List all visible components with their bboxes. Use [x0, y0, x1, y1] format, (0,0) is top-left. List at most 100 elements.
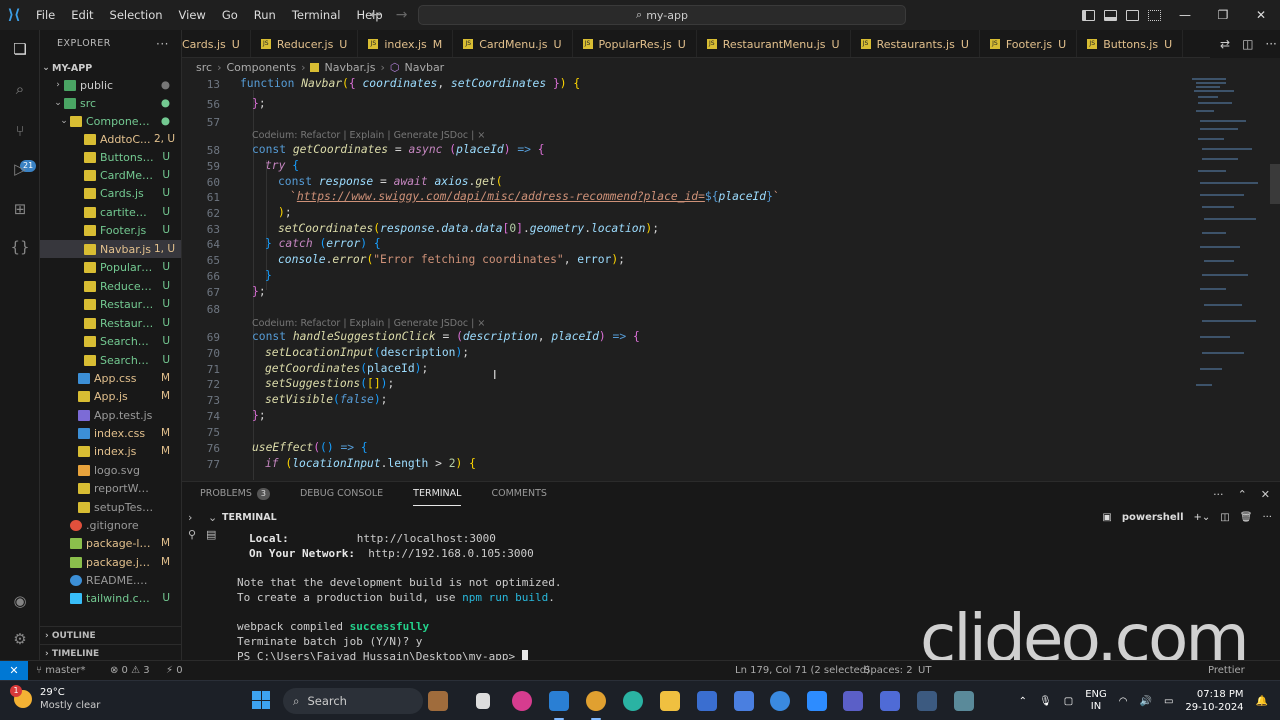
tree-item[interactable]: package.json M: [40, 553, 181, 571]
minimap[interactable]: [1192, 76, 1272, 396]
battery-icon[interactable]: ▭: [1164, 696, 1173, 707]
file-manager-icon[interactable]: [476, 693, 490, 709]
app-icon[interactable]: [917, 691, 937, 711]
pin-icon[interactable]: ⚲: [188, 528, 196, 541]
minimize-icon[interactable]: —: [1166, 0, 1204, 30]
toggle-secondary-sidebar-icon[interactable]: [1126, 9, 1139, 21]
taskbar-search[interactable]: ⌕ Search: [283, 688, 423, 714]
tree-item[interactable]: App.css M: [40, 369, 181, 387]
tree-item[interactable]: App.test.js: [40, 406, 181, 424]
tab-buttons[interactable]: JS Buttons.js U: [1077, 30, 1184, 57]
tree-item[interactable]: Cards.js U: [40, 184, 181, 202]
split-terminal-icon[interactable]: ◫: [1220, 512, 1229, 523]
teams-icon[interactable]: [843, 691, 863, 711]
prettier-status[interactable]: Prettier: [1208, 661, 1245, 680]
tree-item[interactable]: reportWebVitals.js: [40, 479, 181, 497]
more-actions-icon[interactable]: ···: [1262, 512, 1272, 523]
menu-go[interactable]: Go: [214, 0, 246, 30]
command-center-search[interactable]: ⌕ my-app: [418, 5, 906, 25]
tree-item[interactable]: Reducer.js U: [40, 277, 181, 295]
trash-icon[interactable]: 🗑: [1240, 512, 1253, 523]
tree-item[interactable]: App.js M: [40, 387, 181, 405]
edge-icon[interactable]: [623, 691, 643, 711]
chrome-icon[interactable]: [586, 691, 606, 711]
menu-selection[interactable]: Selection: [102, 0, 171, 30]
codeium-codelens[interactable]: Codeium: Refactor | Explain | Generate J…: [252, 130, 485, 141]
branch-status[interactable]: ⑂ master*: [36, 661, 85, 680]
search-icon[interactable]: ⌕: [9, 78, 31, 100]
more-actions-icon[interactable]: ···: [156, 30, 169, 58]
cursor-position[interactable]: Ln 179, Col 71 (2 selected): [735, 661, 870, 680]
tab-reducer[interactable]: JS Reducer.js U: [251, 30, 359, 57]
tree-item[interactable]: index.js M: [40, 442, 181, 460]
tree-item[interactable]: index.css M: [40, 424, 181, 442]
breadcrumb-src[interactable]: src: [196, 61, 212, 74]
vscode-taskbar-icon[interactable]: [549, 691, 569, 711]
tree-item[interactable]: .gitignore: [40, 516, 181, 534]
tab-problems[interactable]: PROBLEMS 3: [200, 482, 270, 506]
menu-terminal[interactable]: Terminal: [284, 0, 349, 30]
code-editor[interactable]: 13 function Navbar({ coordinates, setCoo…: [182, 76, 1280, 481]
more-actions-icon[interactable]: ···: [1213, 488, 1224, 501]
settings-gear-icon[interactable]: ⚙: [9, 628, 31, 650]
remote-indicator-icon[interactable]: ✕: [0, 661, 28, 681]
problems-status[interactable]: ⊗ 0 ⚠ 3: [110, 661, 150, 680]
customize-layout-icon[interactable]: [1148, 9, 1161, 21]
breadcrumb-file[interactable]: Navbar.js: [324, 61, 375, 74]
copy-icon[interactable]: ▤: [206, 528, 216, 541]
tab-popularres[interactable]: JS PopularRes.js U: [573, 30, 697, 57]
clock[interactable]: 07:18 PM 29-10-2024: [1185, 688, 1243, 714]
tree-item[interactable]: cartitems.jsU: [40, 203, 181, 221]
store-icon[interactable]: [697, 691, 717, 711]
tree-item[interactable]: CardMenu...U: [40, 166, 181, 184]
tree-item-selected[interactable]: Navbar.js 1, U: [40, 240, 181, 258]
restore-icon[interactable]: ❐: [1204, 0, 1242, 30]
tree-item[interactable]: SearchDis...U: [40, 332, 181, 350]
tree-item[interactable]: Buttons.js U: [40, 148, 181, 166]
compare-icon[interactable]: ⇄: [1220, 37, 1230, 51]
network-tool-icon[interactable]: [954, 691, 974, 711]
back-arrow-icon[interactable]: ←: [370, 7, 382, 23]
tab-cards[interactable]: Cards.js U: [182, 30, 251, 57]
tab-restaurants[interactable]: JS Restaurants.js U: [851, 30, 980, 57]
workspace-root[interactable]: ⌄ MY-APP: [40, 59, 181, 77]
weather-widget[interactable]: 1 29°C Mostly clear: [10, 685, 100, 712]
ports-status[interactable]: ⚡ 0: [166, 661, 183, 680]
wifi-icon[interactable]: ◠: [1119, 696, 1128, 707]
toggle-panel-icon[interactable]: [1104, 9, 1117, 21]
tree-item[interactable]: README.md: [40, 571, 181, 589]
remote-explorer-icon[interactable]: {}: [9, 236, 31, 258]
toggle-sidebar-icon[interactable]: [1082, 9, 1095, 21]
microphone-icon[interactable]: 🎙: [1039, 696, 1052, 707]
folder-icon[interactable]: [660, 691, 680, 711]
calendar-icon[interactable]: [734, 691, 754, 711]
close-panel-icon[interactable]: ✕: [1261, 488, 1270, 501]
sync-icon[interactable]: [770, 691, 790, 711]
chevron-up-icon[interactable]: ⌃: [1019, 696, 1027, 707]
breadcrumb-symbol[interactable]: Navbar: [404, 61, 444, 74]
source-control-icon[interactable]: ⑂: [9, 120, 31, 142]
tree-item[interactable]: logo.svg: [40, 461, 181, 479]
zoom-icon[interactable]: [807, 691, 827, 711]
menu-view[interactable]: View: [171, 0, 214, 30]
scrollbar-thumb[interactable]: [1270, 164, 1280, 204]
terminal-shell[interactable]: powershell: [1122, 512, 1184, 523]
tree-item[interactable]: ⌄ Components ●: [40, 112, 181, 130]
extensions-icon[interactable]: ⊞: [9, 198, 31, 220]
tab-index[interactable]: JS index.js M: [358, 30, 454, 57]
run-debug-icon[interactable]: ▷: [9, 158, 31, 180]
tab-debug-console[interactable]: DEBUG CONSOLE: [300, 482, 383, 506]
tab-footer[interactable]: JS Footer.js U: [980, 30, 1078, 57]
timeline-section[interactable]: › TIMELINE: [40, 644, 181, 660]
menu-file[interactable]: File: [28, 0, 63, 30]
volume-icon[interactable]: 🔊: [1140, 696, 1152, 707]
codeium-codelens[interactable]: Codeium: Refactor | Explain | Generate J…: [252, 318, 485, 329]
tree-item[interactable]: ⌄ src ●: [40, 94, 181, 112]
account-icon[interactable]: ◉: [9, 590, 31, 612]
forward-arrow-icon[interactable]: →: [396, 7, 408, 23]
tree-item[interactable]: package-loc...M: [40, 534, 181, 552]
editor-scrollbar[interactable]: [1270, 76, 1280, 481]
tree-item[interactable]: Footer.js U: [40, 221, 181, 239]
start-menu-icon[interactable]: [252, 691, 270, 709]
tree-item[interactable]: setupTests.js: [40, 498, 181, 516]
